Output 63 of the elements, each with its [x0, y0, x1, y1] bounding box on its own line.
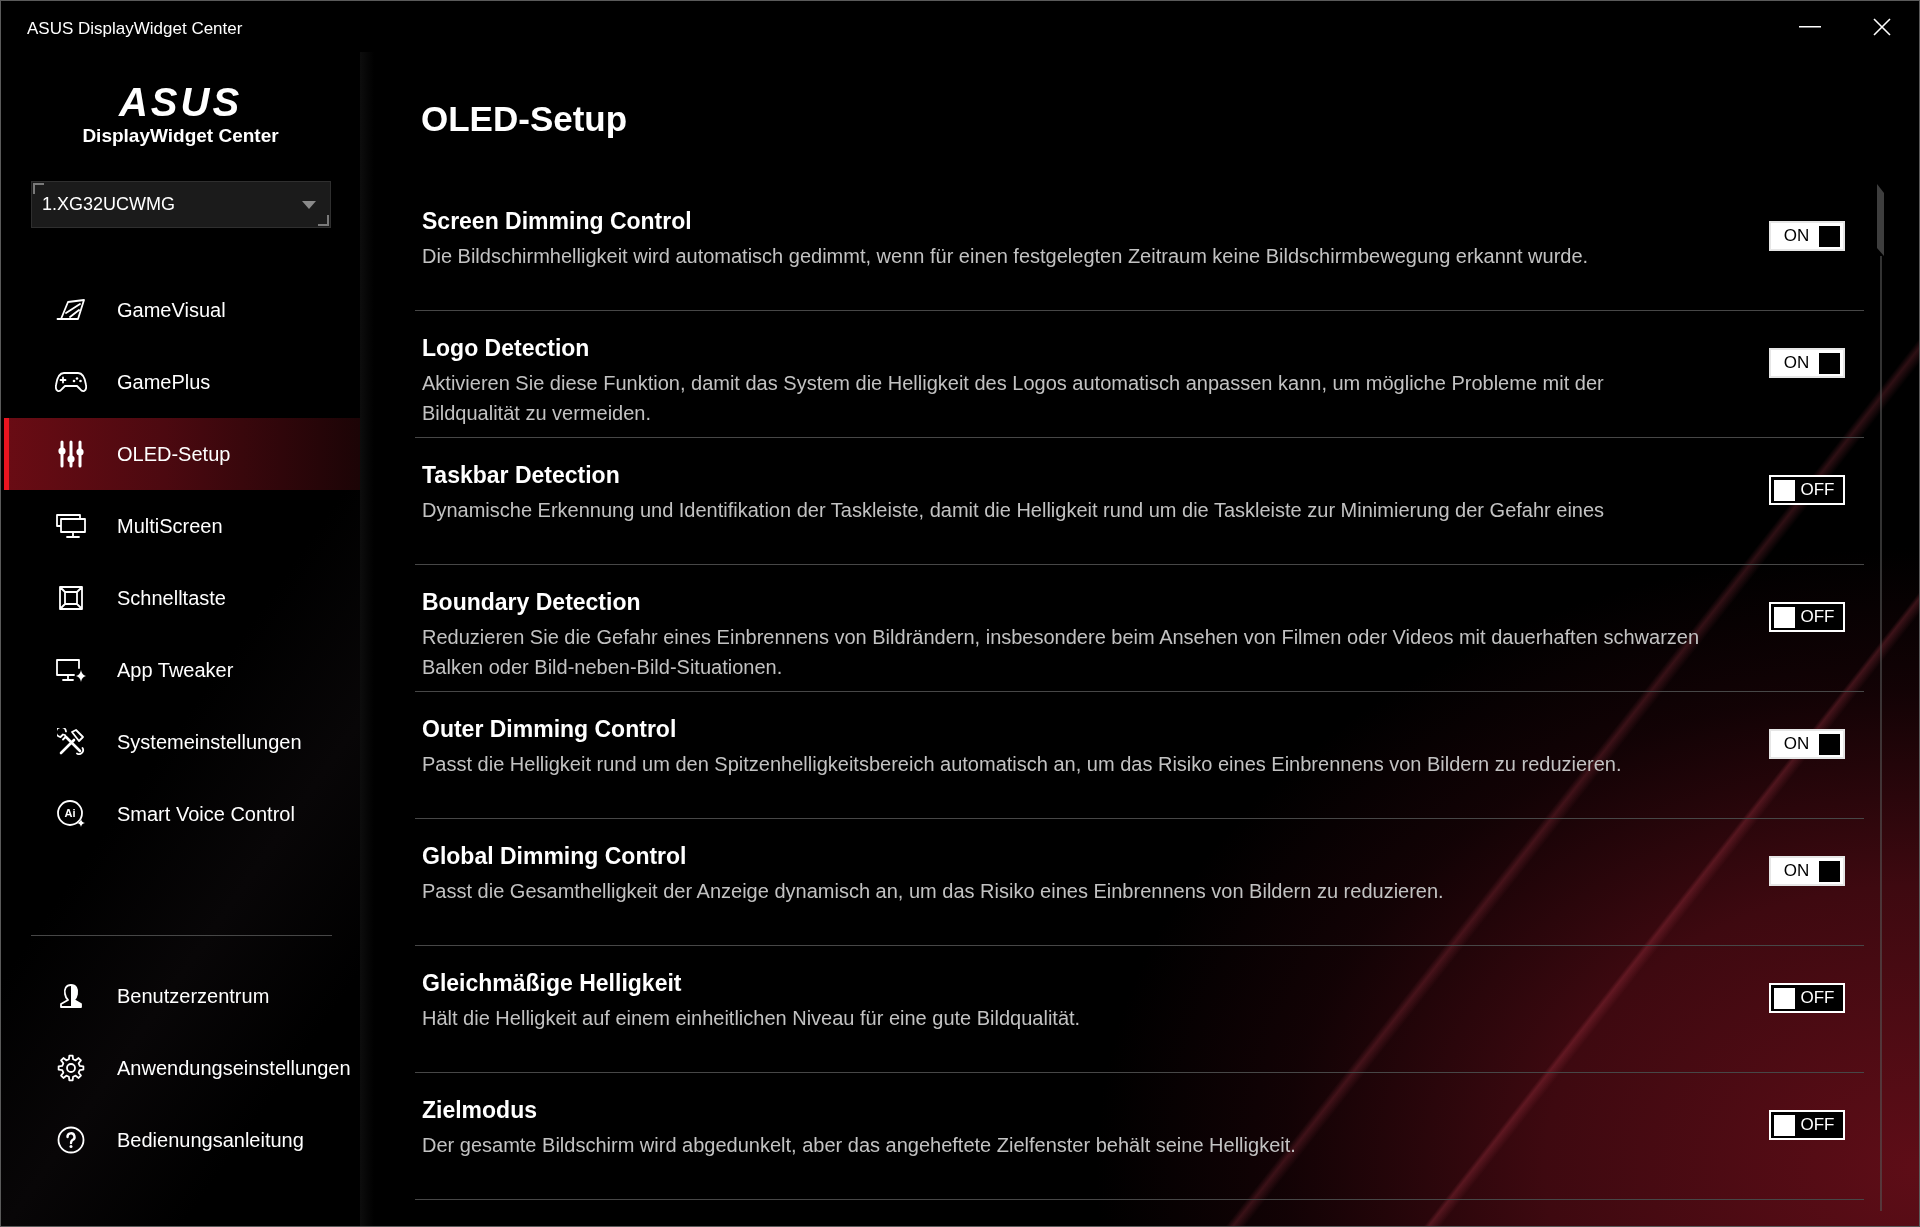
setting-title: Taskbar Detection: [422, 461, 621, 490]
toggle-knob-icon: [1819, 225, 1840, 247]
page-title: OLED-Setup: [421, 98, 629, 140]
gamepad-icon: [54, 370, 87, 394]
monitor-select[interactable]: 1.XG32UCWMG: [31, 181, 331, 228]
toggle-knob-icon: [1774, 987, 1795, 1009]
angular-emblem-icon: [55, 298, 86, 322]
setting-description: Hält die Helligkeit auf einem einheitlichen Niveau für eine gute Bildqualität.: [422, 1006, 1082, 1031]
settings-icon: [56, 1054, 85, 1082]
toggle-knob-icon: [1819, 352, 1840, 374]
user-icon: [57, 983, 84, 1009]
setting-description: Passt die Gesamthelligkeit der Anzeige dynamisch an, um das Risiko eines Einbrennens von Bildern zu reduzieren.: [422, 879, 1445, 904]
setting-description: Aktivieren Sie diese Funktion, damit das System die Helligkeit des Logos automatisch anpassen kann, um mögliche Probleme mit der Bildqualität zu vermeiden.: [422, 371, 1605, 426]
setting-title: Global Dimming Control: [422, 842, 688, 871]
sidebar-item[interactable]: GamePlus: [4, 346, 360, 418]
setting-title: Screen Dimming Control: [422, 207, 693, 236]
setting-description: Die Bildschirmhelligkeit wird automatisch gedimmt, wenn für einen festgelegten Zeitraum keine Bildschirmbewegung erkannt wurde.: [422, 244, 1590, 269]
toggle-knob-icon: [1774, 479, 1795, 501]
minimize-icon[interactable]: [1799, 25, 1821, 28]
setting-title: Zielmodus: [422, 1096, 538, 1125]
tools-icon: [56, 728, 85, 756]
sidebar-item[interactable]: Benutzerzentrum: [4, 960, 360, 1032]
sidebar-item[interactable]: Systemeinstellungen: [4, 706, 360, 778]
toggle-switch[interactable]: OFF: [1769, 475, 1845, 505]
setting-title: Outer Dimming Control: [422, 715, 678, 744]
toggle-switch[interactable]: ON: [1769, 221, 1845, 251]
app-name: DisplayWidget Center: [82, 124, 279, 148]
setting-description: Dynamische Erkennung und Identifikation der Taskleiste, damit die Helligkeit rund um die Taskleiste zur Minimierung der Gefahr eines: [422, 498, 1606, 523]
window-title: ASUS DisplayWidget Center: [27, 17, 243, 40]
toggle-switch[interactable]: OFF: [1769, 983, 1845, 1013]
caret-down-icon: [302, 200, 316, 209]
setting-title: Boundary Detection: [422, 588, 642, 617]
sidebar-item[interactable]: Anwendungseinstellungen: [4, 1032, 360, 1104]
setting-title: Logo Detection: [422, 334, 591, 363]
sidebar-item[interactable]: App Tweaker: [4, 634, 360, 706]
sidebar-item[interactable]: OLED-Setup: [4, 418, 360, 490]
close-icon[interactable]: [1873, 17, 1891, 36]
setting-description: Der gesamte Bildschirm wird abgedunkelt, aber das angeheftete Zielfenster behält seine Helligkeit.: [422, 1133, 1297, 1158]
sidebar-item[interactable]: Bedienungsanleitung: [4, 1104, 360, 1176]
sidebar-item[interactable]: Schnelltaste: [4, 562, 360, 634]
sidebar-item[interactable]: Ai Smart Voice Control: [4, 778, 360, 850]
toggle-knob-icon: [1774, 606, 1795, 628]
brand-logo: ASUS: [118, 82, 243, 122]
monitor-icon: [54, 513, 87, 539]
scrollbar[interactable]: [1877, 184, 1885, 1211]
toggle-switch[interactable]: ON: [1769, 856, 1845, 886]
toggle-knob-icon: [1774, 1114, 1795, 1136]
ai-circle-icon: Ai: [55, 799, 86, 829]
toggle-switch[interactable]: OFF: [1769, 602, 1845, 632]
sliders-icon: [57, 440, 84, 468]
toggle-switch[interactable]: OFF: [1769, 1110, 1845, 1140]
toggle-switch[interactable]: ON: [1769, 348, 1845, 378]
setting-description: Reduzieren Sie die Gefahr eines Einbrennens von Bildrändern, insbesondere beim Ansehen von Filmen oder Videos mit dauerhaften schwarzen Balken oder Bild-neben-Bild-Situationen.: [422, 625, 1701, 680]
keycap-icon: [57, 585, 84, 611]
toggle-switch[interactable]: ON: [1769, 729, 1845, 759]
toggle-knob-icon: [1819, 860, 1840, 882]
sidebar-item[interactable]: MultiScreen: [4, 490, 360, 562]
setting-description: Passt die Helligkeit rund um den Spitzenhelligkeitsbereich automatisch an, um das Risiko eines Einbrennens von Bildern zu reduzieren.: [422, 752, 1623, 777]
sidebar-item[interactable]: GameVisual: [4, 274, 360, 346]
toggle-knob-icon: [1819, 733, 1840, 755]
help-icon: [56, 1126, 85, 1154]
monitor-sparkle-icon: [54, 657, 87, 683]
setting-title: Gleichmäßige Helligkeit: [422, 969, 683, 998]
